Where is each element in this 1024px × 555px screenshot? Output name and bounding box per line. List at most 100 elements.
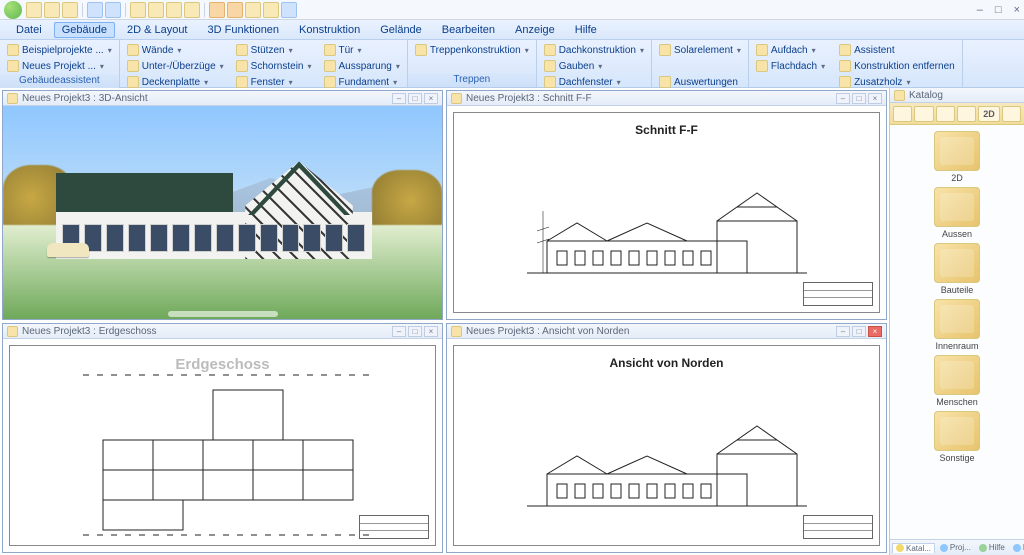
qat-undo-icon[interactable] bbox=[87, 2, 103, 18]
mdi-max-button[interactable]: □ bbox=[852, 93, 866, 104]
mdi-title-label: Neues Projekt3 : Erdgeschoss bbox=[22, 326, 157, 337]
ribbon-button[interactable]: Stützen▾ bbox=[233, 42, 315, 58]
qat-redo-icon[interactable] bbox=[105, 2, 121, 18]
qat-tool-icon[interactable] bbox=[263, 2, 279, 18]
qat-tool-icon[interactable] bbox=[130, 2, 146, 18]
catalog-tab[interactable]: Proj... bbox=[937, 543, 974, 552]
window-maximize-button[interactable]: □ bbox=[995, 4, 1002, 16]
catalog-item[interactable]: Bauteile bbox=[928, 243, 986, 295]
mdi-max-button[interactable]: □ bbox=[408, 326, 422, 337]
mdi-min-button[interactable]: – bbox=[836, 326, 850, 337]
catalog-tab-label: Hilfe bbox=[989, 543, 1005, 552]
ribbon-group: Aufdach▾Flachdach▾ bbox=[749, 40, 832, 87]
ribbon-button[interactable]: Neues Projekt ...▾ bbox=[4, 58, 115, 74]
catalog-item[interactable]: Menschen bbox=[928, 355, 986, 407]
catalog-tab[interactable]: Katal... bbox=[892, 543, 935, 553]
mdi-max-button[interactable]: □ bbox=[852, 326, 866, 337]
mdi-body[interactable] bbox=[3, 106, 442, 319]
ribbon-button[interactable]: Flachdach▾ bbox=[753, 58, 828, 74]
mdi-body[interactable]: Schnitt F-F bbox=[447, 106, 886, 319]
ribbon-button[interactable]: Solarelement▾ bbox=[656, 42, 744, 58]
ribbon-button[interactable]: Konstruktion entfernen bbox=[836, 58, 958, 74]
qat-open-icon[interactable] bbox=[44, 2, 60, 18]
menu-item-geb-ude[interactable]: Gebäude bbox=[54, 22, 115, 38]
mdi-body[interactable]: Ansicht von Norden bbox=[447, 339, 886, 552]
mdi-close-button[interactable]: × bbox=[424, 93, 438, 104]
view-slider[interactable] bbox=[168, 311, 278, 317]
catalog-item[interactable]: 2D bbox=[928, 131, 986, 183]
mdi-close-button[interactable]: × bbox=[868, 93, 882, 104]
catalog-tool-icon[interactable] bbox=[893, 106, 912, 122]
mdi-title-bar[interactable]: Neues Projekt3 : 3D-Ansicht–□× bbox=[3, 91, 442, 106]
mdi-min-button[interactable]: – bbox=[392, 93, 406, 104]
window-minimize-button[interactable]: – bbox=[977, 4, 983, 16]
menu-item-hilfe[interactable]: Hilfe bbox=[567, 22, 605, 38]
chevron-down-icon: ▾ bbox=[821, 62, 825, 71]
ribbon-button[interactable]: Treppenkonstruktion▾ bbox=[412, 42, 532, 58]
mdi-min-button[interactable]: – bbox=[392, 326, 406, 337]
drawing-sheet[interactable]: Ansicht von Norden bbox=[453, 345, 880, 546]
chevron-down-icon: ▾ bbox=[289, 78, 293, 87]
ribbon-button-label: Unter-/Überzüge bbox=[142, 61, 216, 72]
ribbon-button[interactable]: Aussparung▾ bbox=[321, 58, 403, 74]
ribbon-button[interactable]: Assistent bbox=[836, 42, 958, 58]
catalog-item-label: Menschen bbox=[936, 397, 978, 407]
menu-item-bearbeiten[interactable]: Bearbeiten bbox=[434, 22, 503, 38]
ribbon-button[interactable]: Tür▾ bbox=[321, 42, 403, 58]
ribbon-button[interactable]: Schornstein▾ bbox=[233, 58, 315, 74]
qat-tool-icon[interactable] bbox=[209, 2, 225, 18]
mdi-title-bar[interactable]: Neues Projekt3 : Erdgeschoss –□× bbox=[3, 324, 442, 339]
menu-item-datei[interactable]: Datei bbox=[8, 22, 50, 38]
mdi-title-bar[interactable]: Neues Projekt3 : Schnitt F-F–□× bbox=[447, 91, 886, 106]
qat-tool-icon[interactable] bbox=[227, 2, 243, 18]
qat-tool-icon[interactable] bbox=[245, 2, 261, 18]
catalog-title-bar[interactable]: Katalog bbox=[890, 88, 1024, 103]
menu-item-anzeige[interactable]: Anzeige bbox=[507, 22, 563, 38]
catalog-thumb-icon bbox=[934, 299, 980, 339]
drawing-sheet[interactable]: Erdgeschoss bbox=[9, 345, 436, 546]
catalog-2d-button[interactable]: 2D bbox=[978, 106, 999, 122]
qat-tool-icon[interactable] bbox=[184, 2, 200, 18]
qat-tool-icon[interactable] bbox=[166, 2, 182, 18]
tab-icon bbox=[1013, 544, 1021, 552]
mdi-close-button[interactable]: × bbox=[868, 326, 882, 337]
catalog-tool-icon[interactable] bbox=[936, 106, 955, 122]
catalog-tab[interactable]: Hilfe bbox=[976, 543, 1008, 552]
view-3d[interactable] bbox=[3, 106, 442, 319]
drawing-title: Schnitt F-F bbox=[454, 123, 879, 137]
catalog-item[interactable]: Aussen bbox=[928, 187, 986, 239]
catalog-tool-icon[interactable] bbox=[914, 106, 933, 122]
mdi-title-bar[interactable]: Neues Projekt3 : Ansicht von Norden–□× bbox=[447, 324, 886, 339]
ribbon-button[interactable]: Aufdach▾ bbox=[753, 42, 828, 58]
ribbon-button-icon bbox=[839, 76, 851, 88]
mdi-close-button[interactable]: × bbox=[424, 326, 438, 337]
mdi-body[interactable]: Erdgeschoss bbox=[3, 339, 442, 552]
qat-save-icon[interactable] bbox=[62, 2, 78, 18]
ribbon-button[interactable]: Unter-/Überzüge▾ bbox=[124, 58, 227, 74]
qat-tool-icon[interactable] bbox=[148, 2, 164, 18]
mdi-window: Neues Projekt3 : Ansicht von Norden–□× An… bbox=[446, 323, 887, 553]
catalog-item[interactable]: Innenraum bbox=[928, 299, 986, 351]
catalog-item[interactable]: Sonstige bbox=[928, 411, 986, 463]
catalog-tool-icon[interactable] bbox=[957, 106, 976, 122]
catalog-tab[interactable]: Rau... bbox=[1010, 543, 1024, 552]
ribbon-button[interactable]: Dachkonstruktion▾ bbox=[541, 42, 647, 58]
ribbon-button[interactable]: Gauben▾ bbox=[541, 58, 647, 74]
menu-item-konstruktion[interactable]: Konstruktion bbox=[291, 22, 368, 38]
drawing-sheet[interactable]: Schnitt F-F bbox=[453, 112, 880, 313]
catalog-tool-icon[interactable] bbox=[1002, 106, 1021, 122]
qat-new-icon[interactable] bbox=[26, 2, 42, 18]
catalog-thumb-icon bbox=[934, 243, 980, 283]
catalog-thumb-icon bbox=[934, 187, 980, 227]
menu-item-2d-layout[interactable]: 2D & Layout bbox=[119, 22, 196, 38]
menu-item-gel-nde[interactable]: Gelände bbox=[372, 22, 430, 38]
menu-item-3d-funktionen[interactable]: 3D Funktionen bbox=[200, 22, 288, 38]
window-close-button[interactable]: × bbox=[1014, 4, 1020, 16]
ribbon-button[interactable]: Wände▾ bbox=[124, 42, 227, 58]
ribbon-button[interactable]: Beispielprojekte ...▾ bbox=[4, 42, 115, 58]
mdi-min-button[interactable]: – bbox=[836, 93, 850, 104]
catalog-item-label: Aussen bbox=[942, 229, 972, 239]
mdi-max-button[interactable]: □ bbox=[408, 93, 422, 104]
qat-dropdown-icon[interactable] bbox=[281, 2, 297, 18]
app-icon[interactable] bbox=[4, 1, 22, 19]
